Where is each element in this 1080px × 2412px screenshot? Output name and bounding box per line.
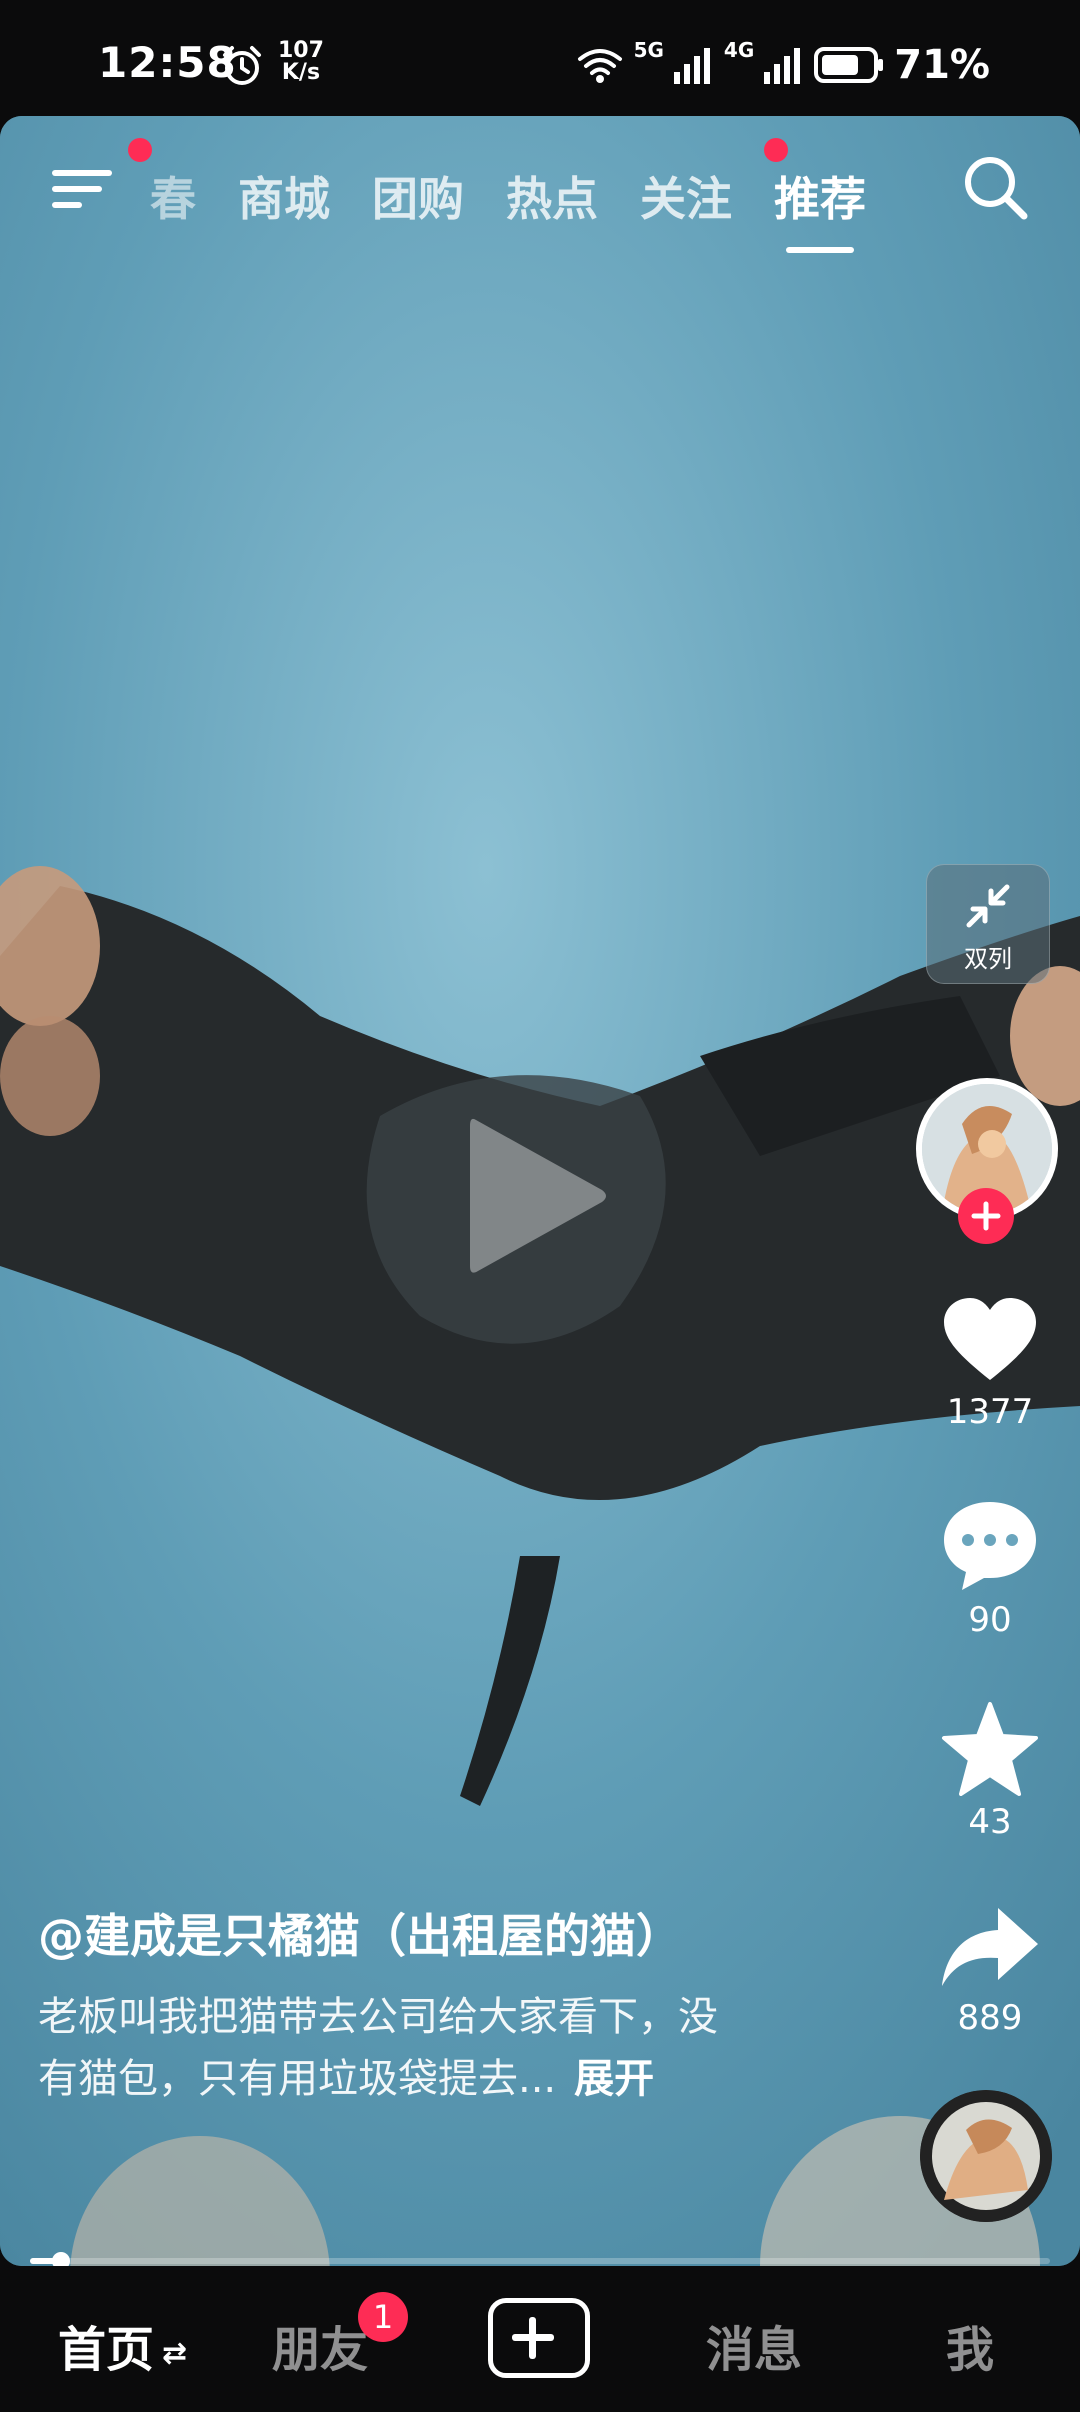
swap-arrows-icon: ⇄ <box>162 2335 188 2371</box>
follow-button[interactable] <box>958 1188 1014 1244</box>
network-4g-label: 4G <box>723 38 755 62</box>
share-icon <box>942 1908 1038 1986</box>
top-tabs: 春 商城 团购 热点 关注 推荐 <box>150 156 908 253</box>
dual-column-label: 双列 <box>964 945 1012 973</box>
tab-group-buy[interactable]: 团购 <box>372 163 464 229</box>
favorite-button[interactable]: 43 <box>920 1700 1060 1842</box>
status-time: 12:58 <box>98 38 237 87</box>
menu-notification-dot <box>128 138 152 162</box>
video-player[interactable]: 春 商城 团购 热点 关注 推荐 双列 1377 90 43 889 @建成是只… <box>0 116 1080 2266</box>
plus-icon <box>971 1201 1001 1231</box>
description[interactable]: 老板叫我把猫带去公司给大家看下，没 有猫包，只有用垃圾袋提去... 展开 <box>38 1986 858 2110</box>
share-count: 889 <box>957 1998 1023 2038</box>
expand-button[interactable]: 展开 <box>574 2056 654 2102</box>
nav-home[interactable]: 首页 ⇄ <box>58 2310 187 2380</box>
nav-me[interactable]: 我 <box>946 2310 994 2380</box>
like-count: 1377 <box>946 1392 1034 1432</box>
caption: @建成是只橘猫（出租屋的猫） 老板叫我把猫带去公司给大家看下，没 有猫包，只有用… <box>38 1900 858 2110</box>
nav-friends[interactable]: 朋友 <box>272 2310 368 2380</box>
net-speed-value: 107 <box>278 38 324 63</box>
collapse-arrows-icon <box>966 884 1010 928</box>
signal-icon <box>764 48 801 84</box>
star-icon <box>942 1702 1038 1796</box>
friends-badge: 1 <box>358 2292 408 2342</box>
bottom-nav: 首页 ⇄ 朋友 1 消息 我 <box>0 2266 1080 2412</box>
like-button[interactable]: 1377 <box>920 1296 1060 1432</box>
menu-button[interactable] <box>52 158 116 214</box>
dual-column-button[interactable]: 双列 <box>926 864 1050 984</box>
status-right-cluster: 5G 4G 71% <box>576 40 990 90</box>
favorite-count: 43 <box>968 1802 1012 1842</box>
progress-bar[interactable] <box>30 2252 1050 2266</box>
search-icon[interactable] <box>960 152 1032 224</box>
description-line-1: 老板叫我把猫带去公司给大家看下，没 <box>38 1994 718 2040</box>
network-5g-label: 5G <box>633 38 664 62</box>
comment-count: 90 <box>968 1600 1012 1640</box>
description-line-2-text: 有猫包，只有用垃圾袋提去... <box>38 2056 557 2102</box>
top-nav: 春 商城 团购 热点 关注 推荐 <box>0 116 1080 256</box>
comment-icon <box>944 1502 1036 1590</box>
battery-icon <box>814 47 884 83</box>
music-disc[interactable] <box>920 2090 1052 2222</box>
alarm-icon <box>223 46 261 85</box>
tab-hot[interactable]: 热点 <box>506 163 598 229</box>
play-icon[interactable] <box>456 1106 616 1286</box>
battery-percent: 71% <box>894 42 990 88</box>
heart-icon <box>944 1298 1036 1380</box>
nav-messages[interactable]: 消息 <box>706 2310 802 2380</box>
disc-cover-icon <box>920 2090 1052 2222</box>
nav-home-label: 首页 <box>58 2322 155 2378</box>
tab-spring[interactable]: 春 <box>150 163 196 229</box>
author-name[interactable]: @建成是只橘猫（出租屋的猫） <box>38 1900 858 1966</box>
comment-button[interactable]: 90 <box>920 1498 1060 1640</box>
tab-mall[interactable]: 商城 <box>238 163 330 229</box>
tab-following[interactable]: 关注 <box>640 163 732 229</box>
signal-icon <box>673 48 710 84</box>
status-bar: 12:58 107 K/s 5G 4G 71% <box>0 0 1080 116</box>
following-notification-dot <box>764 138 788 162</box>
create-button[interactable] <box>488 2298 590 2378</box>
description-line-2: 有猫包，只有用垃圾袋提去... 展开 <box>38 2048 858 2110</box>
wifi-icon <box>577 49 622 83</box>
net-speed: 107 K/s <box>278 40 324 84</box>
net-speed-unit: K/s <box>281 60 321 85</box>
share-button[interactable]: 889 <box>920 1902 1060 2038</box>
tab-recommended[interactable]: 推荐 <box>774 163 866 253</box>
progress-knob[interactable] <box>51 2252 70 2266</box>
